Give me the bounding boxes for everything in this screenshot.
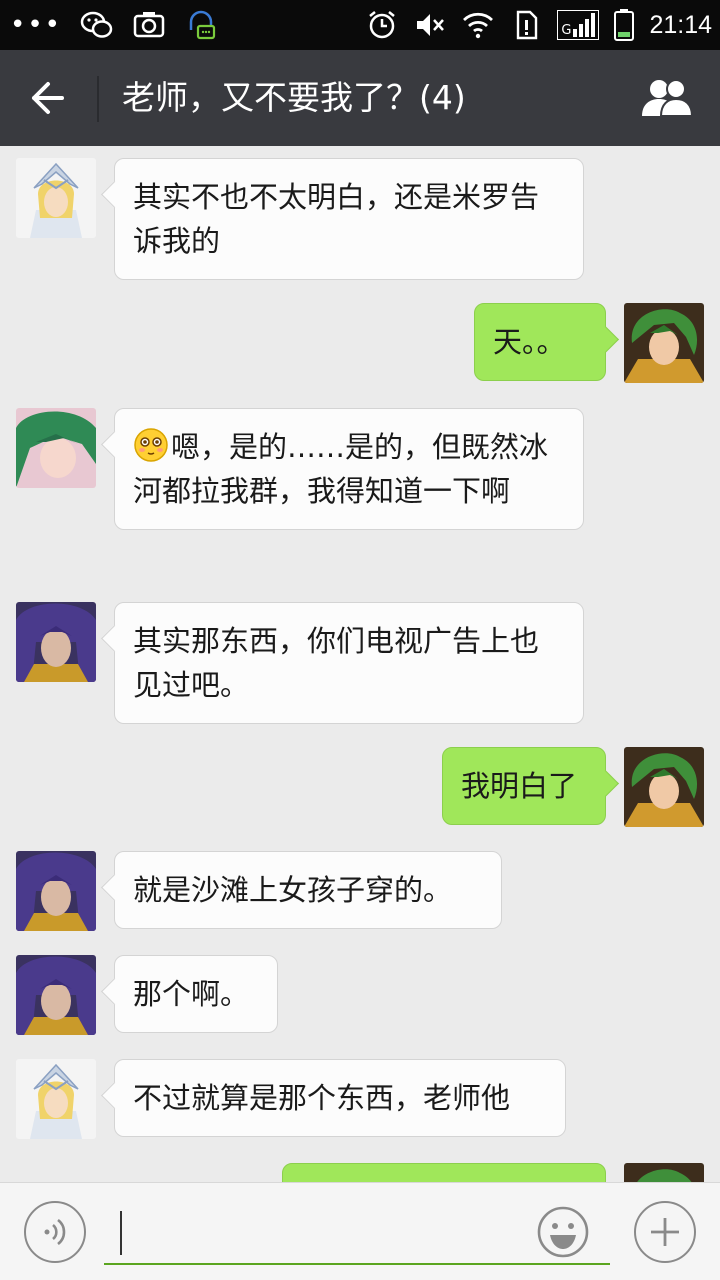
message-bubble-outgoing[interactable]: 天。。 [474,303,606,381]
message-bubble-incoming[interactable]: 嗯，是的……是的，但既然冰河都拉我群，我得知道一下啊 [114,408,584,530]
alarm-icon [369,11,396,39]
camus-avatar-image [16,955,96,1035]
avatar-hyoga[interactable] [16,158,96,238]
camera-icon [133,12,165,38]
status-bar: ••• G 21:14 [0,0,720,50]
message-text: 就是沙滩上女孩子穿的。 [133,873,453,907]
arrow-left-icon [32,82,64,114]
message-bubble-outgoing[interactable]: 我明白了 [442,747,606,825]
network-type-label: G [561,23,572,38]
message-list[interactable]: 其实不也不太明白，还是米罗告诉我的 天。。 嗯，是的……是的，但既然冰河都拉我群… [0,146,720,1182]
message-text: 我明白了 [461,769,578,803]
back-button[interactable] [18,68,78,128]
message-bot-icon [189,10,216,40]
plus-icon [651,1218,679,1246]
text-caret [120,1211,122,1255]
avatar-me[interactable] [624,303,704,383]
chat-header: 老师，又不要我了？(4) [0,50,720,146]
smiley-icon[interactable] [536,1205,590,1259]
avatar-shun[interactable] [16,408,96,488]
message-bubble-incoming[interactable]: 那个啊。 [114,955,278,1033]
shy-face-emoji [134,428,168,462]
message-text: 其实不也不太明白，还是米罗告诉我的 [133,180,540,258]
notification-dots: ••• [10,10,63,40]
hyoga-avatar-image [16,158,96,238]
group-members-button[interactable] [636,70,698,126]
message-bubble-incoming[interactable]: 其实不也不太明白，还是米罗告诉我的 [114,158,584,280]
camus-avatar-image [16,602,96,682]
avatar-camus[interactable] [16,955,96,1035]
message-bubble-incoming[interactable]: 不过就算是那个东西，老师他 [114,1059,566,1137]
wechat-icon [80,11,113,38]
input-bar [0,1182,720,1280]
message-text: 天。。 [493,325,566,359]
voice-icon [44,1218,66,1246]
message-text: 嗯，是的……是的，但既然冰河都拉我群，我得知道一下啊 [133,430,549,508]
avatar-camus[interactable] [16,602,96,682]
message-text: 其实那东西，你们电视广告上也见过吧。 [133,624,540,702]
message-bubble-incoming[interactable]: 就是沙滩上女孩子穿的。 [114,851,502,929]
avatar-hyoga[interactable] [16,1059,96,1139]
group-members-icon [642,79,694,117]
message-bubble-outgoing-partial[interactable] [282,1163,606,1182]
voice-input-button[interactable] [24,1201,86,1263]
message-bubble-incoming[interactable]: 其实那东西，你们电视广告上也见过吧。 [114,602,584,724]
message-input[interactable] [104,1203,610,1265]
avatar-me[interactable] [624,747,704,827]
my-avatar-image [624,747,704,827]
camus-avatar-image [16,851,96,931]
my-avatar-image [624,303,704,383]
message-text: 那个啊。 [133,977,250,1011]
avatar-me[interactable] [624,1163,704,1182]
chat-title: 老师，又不要我了？(4) [122,78,466,117]
clock: 21:14 [649,10,712,39]
shun-avatar-image [16,408,96,488]
my-avatar-image [624,1163,704,1182]
avatar-camus[interactable] [16,851,96,931]
wifi-icon [463,12,494,39]
more-options-button[interactable] [634,1201,696,1263]
battery-icon [614,9,635,41]
hyoga-avatar-image [16,1059,96,1139]
signal-indicator: G [557,10,600,40]
sim-alert-icon [517,10,538,40]
header-divider [97,76,99,122]
mute-icon [417,14,445,36]
message-text: 不过就算是那个东西，老师他 [133,1081,511,1115]
